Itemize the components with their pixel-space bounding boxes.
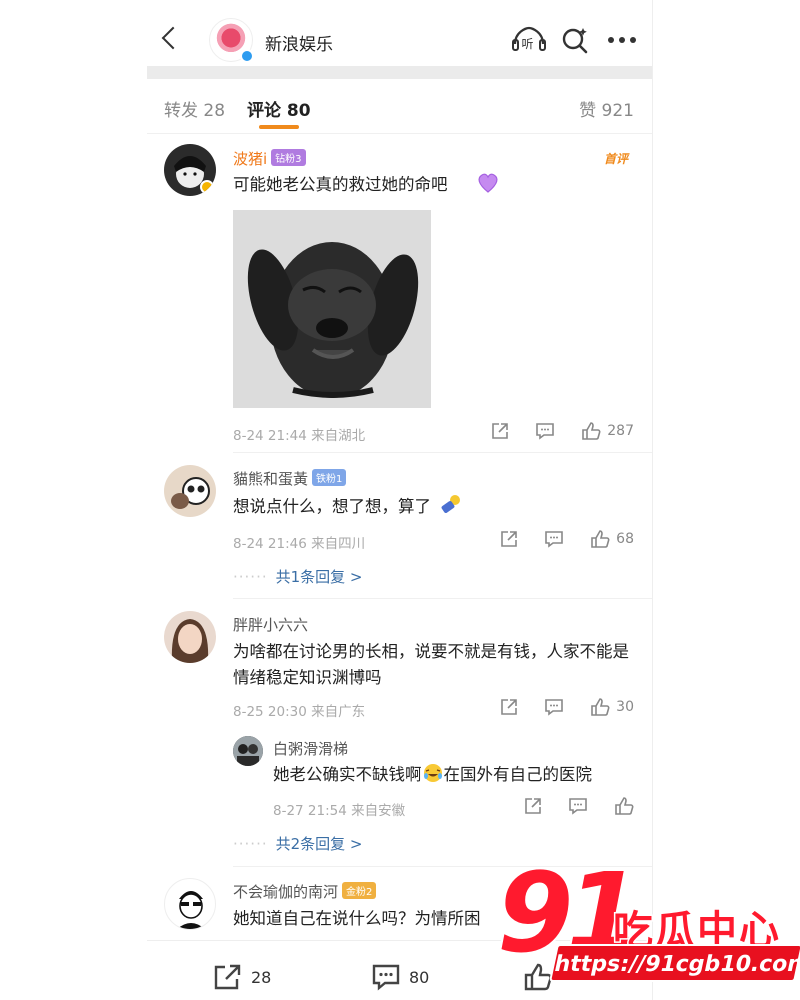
commenter-name[interactable]: 波猪i 钻粉3 (233, 148, 306, 169)
back-arrow-icon[interactable] (161, 26, 185, 50)
listen-label: 听 (522, 37, 534, 51)
reply-text: 她老公确实不缺钱啊 在国外有自己的医院 (273, 764, 592, 784)
repost-button[interactable]: 28 (213, 963, 271, 991)
thumbs-up-icon (582, 422, 601, 440)
comment-icon[interactable] (544, 698, 564, 716)
avatar[interactable] (164, 878, 216, 930)
commenter-name[interactable]: 胖胖小六六 (233, 614, 308, 635)
thumbs-up-icon (591, 530, 610, 548)
comment-icon[interactable] (535, 422, 555, 440)
thumbs-up-icon (591, 698, 610, 716)
crying-laughing-emoji-icon (423, 764, 442, 782)
view-replies-link[interactable]: ······ 共1条回复 > (233, 566, 363, 587)
comment-actions: 287 (491, 422, 634, 440)
fan-badge: 金粉2 (342, 882, 377, 899)
tab-active-indicator (259, 125, 299, 129)
top-bar: 新浪娱乐 听 (147, 0, 652, 66)
share-icon[interactable] (491, 422, 509, 440)
commenter-name[interactable]: 不会瑜伽的南河 金粉2 (233, 881, 377, 902)
site-watermark: 91 吃瓜中心 https://91cgb10.com (495, 856, 800, 1000)
heart-sticker-icon (478, 173, 498, 193)
section-divider (147, 66, 652, 79)
comment-text: 可能她老公真的救过她的命吧 (233, 172, 633, 198)
share-icon[interactable] (500, 530, 518, 548)
comment-text: 为啥都在讨论男的长相，说要不就是有钱，人家不能是情绪稳定知识渊博吗 (233, 642, 629, 687)
thumbs-up-icon[interactable] (614, 797, 634, 815)
comment-count: 80 (409, 967, 430, 987)
reply-dots: ······ (233, 835, 268, 853)
avatar[interactable] (164, 611, 216, 663)
dog-meme-image[interactable] (233, 210, 431, 408)
comment-bubble-icon (372, 964, 400, 991)
comment-meta: 8-24 21:46 来自四川 (233, 536, 366, 552)
like-count: 287 (607, 423, 634, 439)
repost-icon (214, 964, 241, 990)
like-button[interactable]: 30 (590, 698, 634, 716)
first-comment-tag: 首评 (603, 152, 628, 166)
reply-dots: ······ (233, 568, 268, 586)
tab-repost[interactable]: 转发 28 (164, 96, 225, 121)
fan-badge: 铁粉1 (312, 469, 347, 486)
vip-icon (200, 180, 214, 194)
account-avatar[interactable] (209, 18, 254, 63)
comment-divider (233, 598, 652, 599)
tab-likes[interactable]: 赞 921 (579, 96, 634, 121)
reply-name[interactable]: 白粥滑滑梯 (273, 738, 348, 759)
watermark-url: https://91cgb10.com (548, 944, 800, 982)
like-count: 30 (616, 699, 634, 715)
account-name[interactable]: 新浪娱乐 (265, 30, 333, 55)
avatar[interactable] (164, 465, 216, 517)
search-icon[interactable] (561, 26, 589, 54)
avatar[interactable] (164, 144, 216, 196)
comment-actions: 68 (500, 530, 634, 548)
listen-icon[interactable]: 听 (512, 26, 546, 52)
more-icon[interactable] (607, 36, 637, 44)
like-count: 68 (616, 531, 634, 547)
verified-icon (240, 49, 254, 63)
comment-meta: 8-24 21:44 来自湖北 (233, 428, 366, 444)
reply-avatar[interactable] (233, 736, 263, 766)
like-button[interactable]: 287 (581, 422, 634, 440)
repost-count: 28 (251, 967, 272, 987)
tab-bar: 转发 28 评论 80 赞 921 (147, 80, 652, 134)
fan-badge: 钻粉3 (271, 149, 306, 166)
share-icon[interactable] (500, 698, 518, 716)
comment-icon[interactable] (568, 797, 588, 815)
like-button[interactable]: 68 (590, 530, 634, 548)
comment-text: 想说点什么，想了想，算了 (233, 493, 633, 520)
screen-edge (652, 0, 653, 1000)
reply-meta: 8-27 21:54 来自安徽 (273, 803, 406, 819)
reply-actions (524, 797, 634, 815)
commenter-name[interactable]: 貓熊和蛋黃 铁粉1 (233, 468, 347, 489)
comment-meta: 8-25 20:30 来自广东 (233, 704, 366, 720)
comment-divider (233, 452, 652, 453)
view-replies-link[interactable]: ······ 共2条回复 > (233, 833, 363, 854)
share-icon[interactable] (524, 797, 542, 815)
broom-emoji-icon (441, 495, 461, 513)
comment-icon[interactable] (544, 530, 564, 548)
comment-actions: 30 (500, 698, 634, 716)
comment-button[interactable]: 80 (371, 963, 429, 991)
tab-comments[interactable]: 评论 80 (247, 96, 311, 121)
